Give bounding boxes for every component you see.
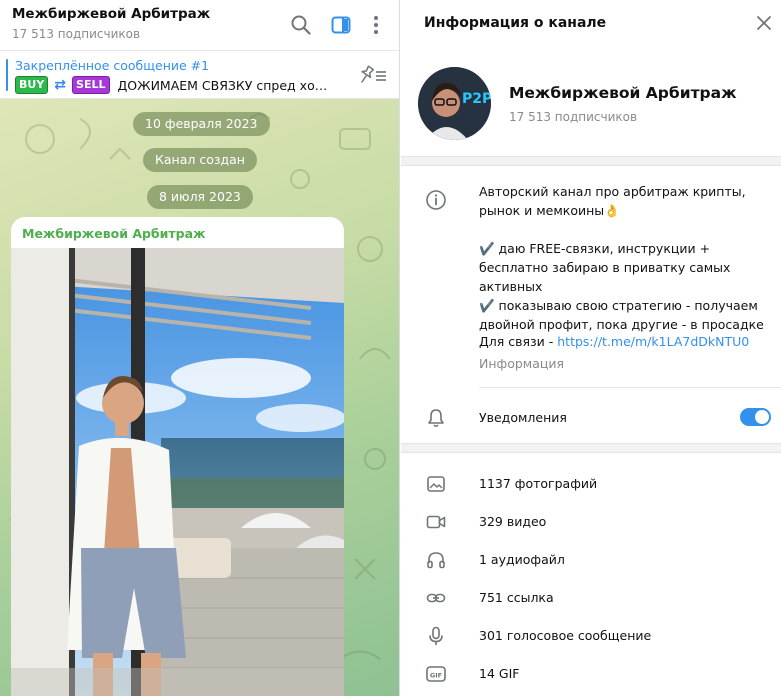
chat-header[interactable]: Межбиржевой Арбитраж 17 513 подписчиков [0, 0, 399, 51]
description-line: ✔️ показываю свою стратегию - получаем д… [479, 298, 764, 332]
media-label: 14 GIF [479, 666, 520, 681]
chat-subscribers: 17 513 подписчиков [12, 27, 141, 41]
sell-badge: SELL [72, 76, 110, 94]
media-label: 1 аудиофайл [479, 552, 565, 567]
chat-panel: Межбиржевой Арбитраж 17 513 подписчиков … [0, 0, 400, 696]
contact-line: Для связи - https://t.me/m/k1LA7dDkNTU0 [479, 334, 749, 349]
pinned-preview: BUY ⇄ SELL ДОЖИМАЕМ СВЯЗКУ спред хороший [15, 76, 328, 94]
info-icon [425, 189, 447, 211]
pinned-message-bar[interactable]: Закреплённое сообщение #1 BUY ⇄ SELL ДОЖ… [0, 51, 399, 99]
chat-background: 10 февраля 2023 Канал создан 8 июля 2023… [0, 99, 399, 696]
pinned-title: Закреплённое сообщение #1 [15, 58, 210, 73]
media-row-voice[interactable]: 301 голосовое сообщение [401, 617, 781, 655]
media-label: 751 ссылка [479, 590, 554, 605]
description-blank-line [479, 220, 774, 239]
divider [479, 387, 781, 388]
media-row-gifs[interactable]: GIF 14 GIF [401, 655, 781, 693]
pinned-list-icon[interactable] [360, 64, 388, 86]
channel-info-panel: Информация о канале P2P Межбиржевой Арби… [401, 0, 781, 696]
media-row-audio[interactable]: 1 аудиофайл [401, 541, 781, 579]
search-icon[interactable] [289, 13, 313, 37]
media-label: 1137 фотографий [479, 476, 598, 491]
gif-icon: GIF [425, 663, 447, 685]
channel-name: Межбиржевой Арбитраж [509, 84, 737, 102]
channel-avatar[interactable]: P2P [418, 67, 491, 140]
media-row-photos[interactable]: 1137 фотографий [401, 465, 781, 503]
contact-prefix: Для связи - [479, 334, 558, 349]
close-icon[interactable] [755, 14, 773, 32]
bell-icon [425, 407, 447, 429]
buy-badge: BUY [15, 76, 49, 94]
svg-text:GIF: GIF [430, 671, 442, 679]
photo-icon [425, 473, 447, 495]
toggle-knob [755, 410, 769, 424]
description-line: Авторский канал про арбитраж крипты, рын… [479, 184, 746, 218]
link-icon [425, 587, 447, 609]
section-separator [401, 443, 781, 453]
media-label: 301 голосовое сообщение [479, 628, 652, 643]
headphones-icon [425, 549, 447, 571]
contact-link[interactable]: https://t.me/m/k1LA7dDkNTU0 [557, 334, 749, 349]
section-separator [401, 156, 781, 166]
message-bubble[interactable]: Межбиржевой Арбитраж [11, 217, 344, 696]
microphone-icon [425, 625, 447, 647]
video-icon [425, 511, 447, 533]
notifications-label: Уведомления [479, 410, 567, 425]
service-message: Канал создан [143, 148, 257, 172]
media-label: 329 видео [479, 514, 547, 529]
avatar-p2p-text: P2P [462, 91, 491, 107]
media-row-videos[interactable]: 329 видео [401, 503, 781, 541]
exchange-arrows-icon: ⇄ [54, 77, 67, 93]
media-row-links[interactable]: 751 ссылка [401, 579, 781, 617]
date-separator: 10 февраля 2023 [133, 112, 270, 136]
channel-description: Авторский канал про арбитраж крипты, рын… [479, 182, 774, 334]
description-line: ✔️ даю FREE-связки, инструкции + бесплат… [479, 241, 731, 294]
sidebar-toggle-icon[interactable] [329, 13, 353, 37]
info-caption: Информация [479, 356, 565, 371]
notifications-toggle[interactable] [740, 408, 771, 426]
chat-title[interactable]: Межбиржевой Арбитраж [12, 6, 210, 22]
date-separator: 8 июля 2023 [147, 185, 253, 209]
channel-subscribers: 17 513 подписчиков [509, 110, 638, 124]
message-author[interactable]: Межбиржевой Арбитраж [22, 226, 206, 241]
pinned-text: ДОЖИМАЕМ СВЯЗКУ спред хороший [117, 77, 328, 93]
info-panel-title: Информация о канале [424, 15, 607, 31]
pinned-indicator [6, 59, 8, 91]
more-menu-icon[interactable] [364, 13, 388, 37]
message-photo[interactable] [11, 248, 344, 696]
